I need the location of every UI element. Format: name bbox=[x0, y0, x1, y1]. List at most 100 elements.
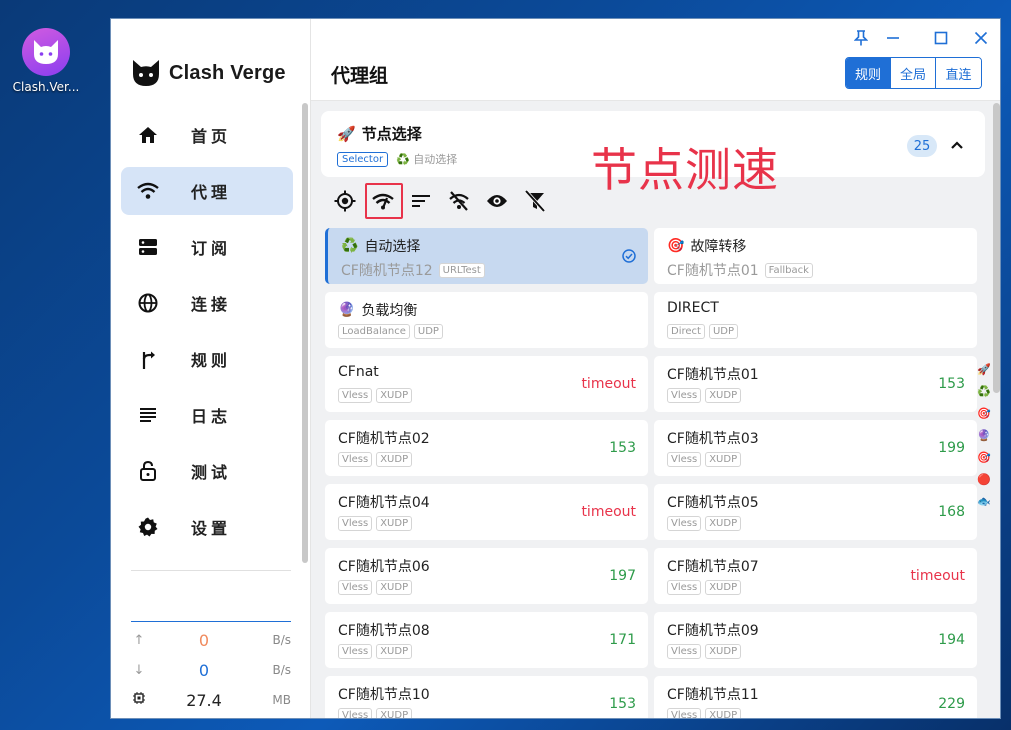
upload-value: 0 bbox=[198, 630, 210, 650]
proxy-delay[interactable]: 229 bbox=[938, 696, 965, 712]
proxy-item[interactable]: CF随机节点02 Vless XUDP 153 bbox=[325, 420, 648, 476]
locate-icon[interactable] bbox=[333, 189, 357, 213]
proxy-delay[interactable]: timeout bbox=[581, 376, 636, 392]
delay-check-icon[interactable] bbox=[365, 183, 403, 219]
sidebar: Clash Verge 首页 代理 订阅 连接 规则 日志 测试 设置 ↑ 0 … bbox=[111, 19, 311, 718]
proxy-tag: Direct bbox=[667, 324, 705, 339]
proxy-tags: Vless XUDP bbox=[338, 452, 416, 467]
sort-icon[interactable] bbox=[409, 189, 433, 213]
proxy-item[interactable]: CF随机节点06 Vless XUDP 197 bbox=[325, 548, 648, 604]
proxy-item[interactable]: DIRECT Direct UDP bbox=[654, 292, 977, 348]
proxy-delay[interactable]: 153 bbox=[938, 376, 965, 392]
group-index-icon[interactable]: 🚀 bbox=[977, 359, 991, 381]
proxy-delay[interactable]: 199 bbox=[938, 440, 965, 456]
nav-item-test[interactable]: 测试 bbox=[121, 447, 293, 495]
proxy-delay[interactable]: 168 bbox=[938, 504, 965, 520]
proxy-delay[interactable]: timeout bbox=[581, 504, 636, 520]
main-scrollbar[interactable] bbox=[993, 103, 1000, 715]
proxy-item[interactable]: CF随机节点01 Vless XUDP 153 bbox=[654, 356, 977, 412]
group-index-icon[interactable]: 🎯 bbox=[977, 447, 991, 469]
close-icon[interactable] bbox=[969, 27, 993, 49]
proxy-tag: XUDP bbox=[705, 388, 742, 403]
annotation-label: 节点测速 bbox=[591, 143, 779, 197]
upload-speed: ↑ 0 B/s bbox=[131, 630, 291, 650]
group-index-icon[interactable]: 🎯 bbox=[977, 403, 991, 425]
proxy-tag: XUDP bbox=[376, 644, 413, 659]
group-index-icon[interactable]: ♻️ bbox=[977, 381, 991, 403]
chevron-up-icon[interactable] bbox=[945, 133, 969, 157]
proxy-item[interactable]: CF随机节点04 Vless XUDP timeout bbox=[325, 484, 648, 540]
proxy-tag: XUDP bbox=[376, 388, 413, 403]
app-window: Clash Verge 首页 代理 订阅 连接 规则 日志 测试 设置 ↑ 0 … bbox=[110, 18, 1001, 719]
proxy-name-text: CF随机节点01 bbox=[667, 367, 759, 383]
proxy-item[interactable]: CFnat Vless XUDP timeout bbox=[325, 356, 648, 412]
proxy-item[interactable]: CF随机节点03 Vless XUDP 199 bbox=[654, 420, 977, 476]
download-value: 0 bbox=[198, 660, 210, 680]
group-index-icon[interactable]: 🔴 bbox=[977, 469, 991, 491]
proxy-item[interactable]: CF随机节点07 Vless XUDP timeout bbox=[654, 548, 977, 604]
minimize-icon[interactable] bbox=[881, 27, 905, 49]
proxy-name: CF随机节点06 bbox=[338, 556, 430, 576]
proxy-tag: Vless bbox=[338, 580, 373, 595]
proxy-tag: XUDP bbox=[705, 644, 742, 659]
proxy-item[interactable]: CF随机节点05 Vless XUDP 168 bbox=[654, 484, 977, 540]
proxy-delay[interactable]: 194 bbox=[938, 632, 965, 648]
eye-icon[interactable] bbox=[485, 189, 509, 213]
proxy-item[interactable]: 🎯 故障转移 CF随机节点01 Fallback bbox=[654, 228, 977, 284]
nav-item-settings[interactable]: 设置 bbox=[121, 503, 293, 551]
proxy-delay[interactable]: 171 bbox=[609, 632, 636, 648]
desktop-icon-clash-verge[interactable]: Clash.Ver... bbox=[8, 28, 84, 94]
filter-off-icon[interactable] bbox=[523, 189, 547, 213]
proxy-delay[interactable]: 197 bbox=[609, 568, 636, 584]
proxy-name: CF随机节点03 bbox=[667, 428, 759, 448]
nav-item-home[interactable]: 首页 bbox=[121, 111, 293, 159]
sidebar-scrollbar[interactable] bbox=[302, 103, 308, 563]
pin-icon[interactable] bbox=[849, 27, 873, 49]
proxy-delay[interactable]: 153 bbox=[609, 440, 636, 456]
proxy-tags: LoadBalance UDP bbox=[338, 324, 447, 339]
proxy-tags: Vless XUDP bbox=[667, 644, 745, 659]
mode-rule-button[interactable]: 规则 bbox=[846, 58, 891, 88]
nav-item-logs[interactable]: 日志 bbox=[121, 391, 293, 439]
rocket-icon: 🚀 bbox=[337, 124, 356, 143]
group-index-icon[interactable]: 🐟 bbox=[977, 491, 991, 513]
group-type-tag: Selector bbox=[337, 151, 389, 167]
nav-label: 日志 bbox=[191, 407, 232, 426]
proxy-tag: Vless bbox=[667, 388, 702, 403]
nav-label: 订阅 bbox=[191, 239, 232, 258]
proxy-item[interactable]: ♻️ 自动选择 CF随机节点12 URLTest bbox=[325, 228, 648, 284]
hide-unavailable-icon[interactable] bbox=[447, 189, 471, 213]
proxy-item[interactable]: CF随机节点11 Vless XUDP 229 bbox=[654, 676, 977, 718]
nav-item-rules[interactable]: 规则 bbox=[121, 335, 293, 383]
nav-item-subscribe[interactable]: 订阅 bbox=[121, 223, 293, 271]
maximize-icon[interactable] bbox=[929, 27, 953, 49]
proxy-tag: URLTest bbox=[438, 262, 485, 278]
scroll-thumb[interactable] bbox=[993, 103, 1000, 393]
proxy-tags: CF随机节点12 URLTest bbox=[341, 260, 489, 280]
nav-item-connections[interactable]: 连接 bbox=[121, 279, 293, 327]
proxy-name: 🎯 故障转移 bbox=[667, 236, 746, 256]
page-title: 代理组 bbox=[331, 65, 389, 87]
proxy-item[interactable]: CF随机节点08 Vless XUDP 171 bbox=[325, 612, 648, 668]
mode-global-button[interactable]: 全局 bbox=[891, 58, 936, 88]
lock-open-icon bbox=[137, 460, 159, 482]
proxy-name-text: CF随机节点11 bbox=[667, 687, 759, 703]
proxy-item[interactable]: CF随机节点10 Vless XUDP 153 bbox=[325, 676, 648, 718]
memory-unit: MB bbox=[272, 693, 291, 707]
proxy-tag: XUDP bbox=[376, 580, 413, 595]
group-index-icon[interactable]: 🔮 bbox=[977, 425, 991, 447]
cat-logo-icon bbox=[133, 60, 159, 86]
proxy-name: CF随机节点10 bbox=[338, 684, 430, 704]
proxy-emoji-icon: ♻️ bbox=[341, 238, 359, 254]
proxy-delay[interactable]: 153 bbox=[609, 696, 636, 712]
sidebar-divider bbox=[131, 570, 291, 571]
mode-direct-button[interactable]: 直连 bbox=[936, 58, 981, 88]
proxy-item[interactable]: CF随机节点09 Vless XUDP 194 bbox=[654, 612, 977, 668]
nav-item-proxy[interactable]: 代理 bbox=[121, 167, 293, 215]
proxy-delay[interactable]: timeout bbox=[910, 568, 965, 584]
proxy-item[interactable]: 🔮 负载均衡 LoadBalance UDP bbox=[325, 292, 648, 348]
proxy-name: DIRECT bbox=[667, 300, 719, 316]
proxy-name: CF随机节点04 bbox=[338, 492, 430, 512]
proxy-tag: Vless bbox=[667, 516, 702, 531]
download-unit: B/s bbox=[272, 663, 291, 677]
